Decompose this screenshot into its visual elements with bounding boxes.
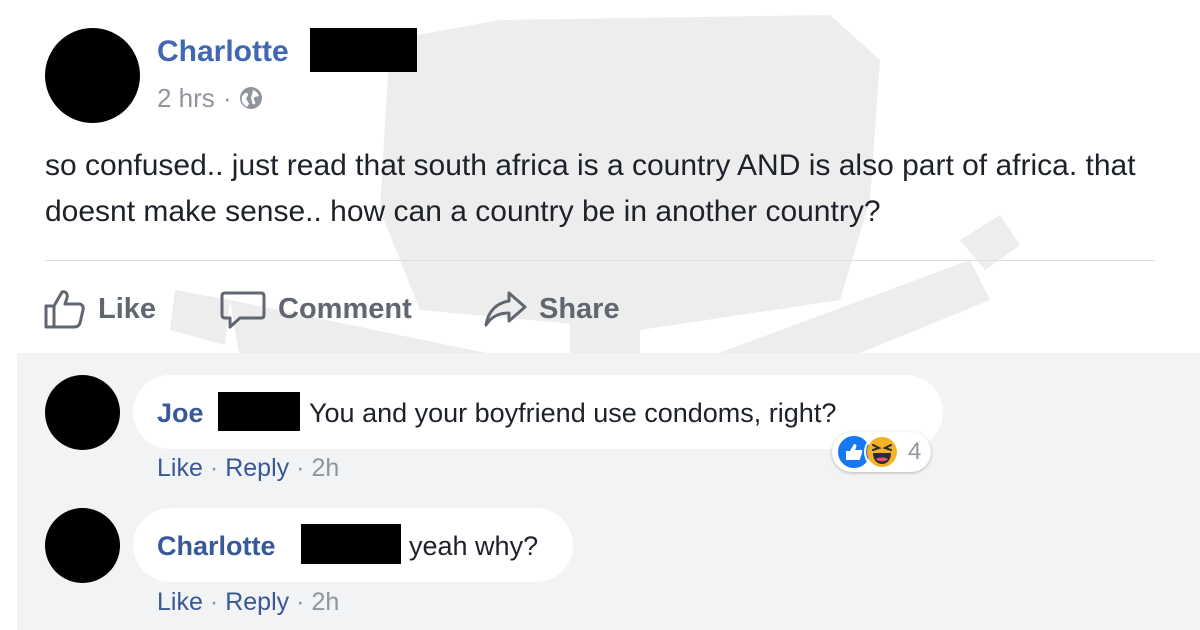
reaction-summary[interactable]: 4 <box>832 432 932 472</box>
author-avatar[interactable] <box>45 28 140 123</box>
post-author-name[interactable]: Charlotte <box>157 34 289 70</box>
post-body-text: so confused.. just read that south afric… <box>45 149 1136 228</box>
comment-timestamp[interactable]: 2h <box>311 452 339 484</box>
haha-reaction-icon <box>864 434 900 470</box>
meta-separator: · <box>222 83 232 113</box>
comment-author-name[interactable]: Charlotte <box>157 529 276 563</box>
facebook-post-screenshot: Charlotte 2 hrs · so confused.. just rea… <box>0 0 1200 630</box>
share-button[interactable]: Share <box>483 284 620 334</box>
separator-dot: · <box>296 454 305 482</box>
comment-label: Comment <box>278 292 412 325</box>
comment-text: yeah why? <box>409 531 539 561</box>
comment-button[interactable]: Comment <box>220 284 412 334</box>
like-button[interactable]: Like <box>42 284 156 334</box>
comment-actions: Like · Reply · 2h <box>157 586 339 618</box>
comment-like-link[interactable]: Like <box>157 452 203 484</box>
redacted-surname <box>310 28 417 72</box>
like-label: Like <box>98 292 157 325</box>
comment-actions: Like · Reply · 2h <box>157 452 339 484</box>
globe-icon <box>240 87 263 109</box>
separator-dot: · <box>296 588 305 616</box>
share-label: Share <box>539 292 620 325</box>
comment-like-link[interactable]: Like <box>157 586 203 618</box>
commenter-avatar[interactable] <box>45 375 120 450</box>
commenter-avatar[interactable] <box>45 508 120 583</box>
redacted-surname <box>301 524 401 564</box>
comment-reply-link[interactable]: Reply <box>225 452 289 484</box>
thumbs-up-icon <box>44 290 85 329</box>
comment-reply-link[interactable]: Reply <box>225 586 289 618</box>
post-meta: 2 hrs · <box>157 82 263 114</box>
redacted-surname <box>218 392 300 431</box>
comment-text: You and your boyfriend use condoms, righ… <box>309 398 837 428</box>
comment-timestamp[interactable]: 2h <box>311 586 339 618</box>
comment-author-name[interactable]: Joe <box>157 396 204 430</box>
post-timestamp[interactable]: 2 hrs <box>157 82 215 114</box>
share-arrow-icon <box>484 291 527 327</box>
reaction-count: 4 <box>908 438 922 465</box>
separator-dot: · <box>209 454 219 482</box>
action-divider <box>45 260 1155 261</box>
comment-bubble-icon <box>220 291 266 329</box>
separator-dot: · <box>209 588 219 616</box>
